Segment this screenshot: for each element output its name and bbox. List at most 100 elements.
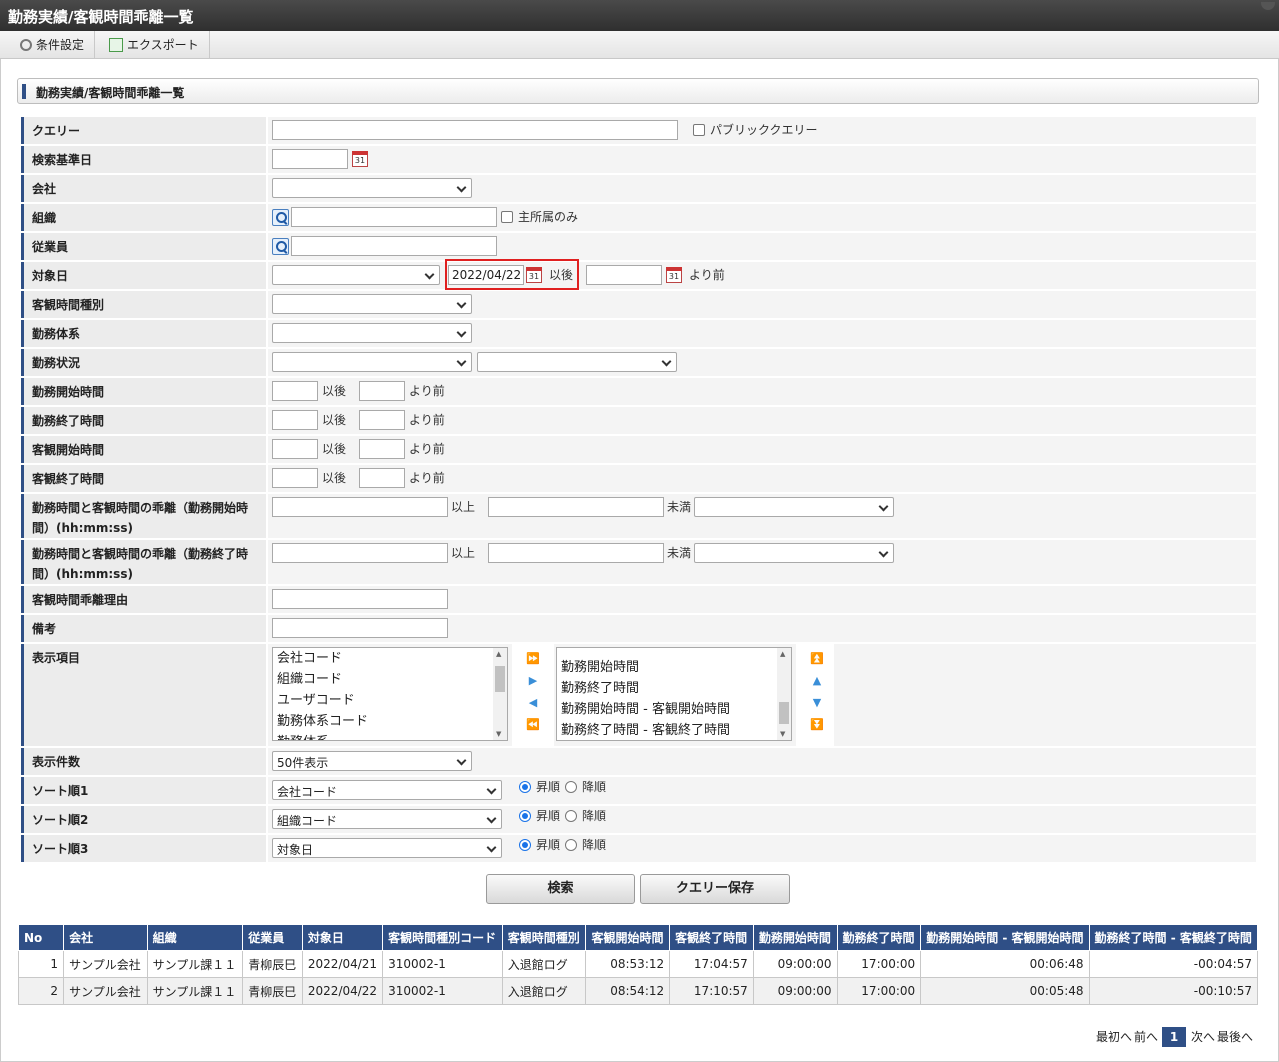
- move-top-icon[interactable]: ⏫: [810, 652, 824, 666]
- list-item[interactable]: 勤務終了時間: [557, 678, 791, 699]
- column-header[interactable]: 客観開始時間: [585, 924, 671, 951]
- sort2-select[interactable]: 組織コード: [272, 809, 502, 829]
- gap-reason-input[interactable]: [272, 589, 448, 609]
- list-item[interactable]: 勤務開始時間 - 客観開始時間: [557, 699, 791, 720]
- pager-prev-link[interactable]: 前へ: [1134, 1027, 1158, 1047]
- move-all-left-icon[interactable]: ⏪: [526, 718, 540, 732]
- work-status-select-1[interactable]: [272, 352, 472, 372]
- sort2-desc-radio[interactable]: [565, 810, 577, 822]
- note-input[interactable]: [272, 618, 448, 638]
- target-date-condition-select[interactable]: [272, 265, 440, 285]
- gap-start-to-input[interactable]: [488, 497, 664, 517]
- work-system-select[interactable]: [272, 323, 472, 343]
- row-query: クエリー パブリッククエリー: [21, 117, 1256, 144]
- organization-input[interactable]: [291, 207, 497, 227]
- column-header[interactable]: 会社: [63, 924, 148, 951]
- export-label: エクスポート: [127, 38, 199, 52]
- gap-end-from-input[interactable]: [272, 543, 448, 563]
- gap-start-from-input[interactable]: [272, 497, 448, 517]
- work-end-from-input[interactable]: [272, 410, 318, 430]
- sort3-asc-radio[interactable]: [519, 839, 531, 851]
- target-date-field-area: 2022/04/22 31 以後 31 より前: [268, 262, 1256, 289]
- column-header[interactable]: 勤務終了時間 - 客観終了時間: [1088, 924, 1259, 951]
- move-up-icon[interactable]: ▲: [810, 674, 824, 688]
- available-items-listbox[interactable]: 会社コード 組織コード ユーザコード 勤務体系コード 勤務体系 ▲ ▼: [272, 647, 508, 741]
- list-item[interactable]: 会社コード: [273, 648, 507, 669]
- company-select[interactable]: [272, 178, 472, 198]
- column-header[interactable]: 客観時間種別: [501, 924, 587, 951]
- search-icon[interactable]: [272, 238, 289, 255]
- list-item[interactable]: ユーザコード: [273, 690, 507, 711]
- conditions-button[interactable]: 条件設定: [10, 31, 96, 58]
- work-status-select-2[interactable]: [477, 352, 677, 372]
- column-header[interactable]: 勤務終了時間: [836, 924, 922, 951]
- list-item[interactable]: 勤務体系コード: [273, 711, 507, 732]
- export-button[interactable]: エクスポート: [99, 31, 210, 58]
- list-item[interactable]: 勤務終了時間 - 客観終了時間: [557, 720, 791, 740]
- sort1-desc-radio[interactable]: [565, 781, 577, 793]
- column-header[interactable]: 勤務開始時間 - 客観開始時間: [920, 924, 1090, 951]
- move-right-icon[interactable]: ▶: [526, 674, 540, 688]
- pager-last-link[interactable]: 最後へ: [1217, 1027, 1253, 1047]
- query-input[interactable]: [272, 120, 678, 140]
- move-bottom-icon[interactable]: ⏬: [810, 718, 824, 732]
- column-header[interactable]: No: [17, 924, 65, 951]
- column-header[interactable]: 勤務開始時間: [752, 924, 838, 951]
- pager-next-link[interactable]: 次へ: [1191, 1027, 1215, 1047]
- employee-input[interactable]: [291, 236, 497, 256]
- gap-end-select[interactable]: [694, 543, 894, 563]
- column-header[interactable]: 組織: [146, 924, 244, 951]
- table-row[interactable]: 2 サンプル会社 サンプル課１１ 青柳辰巳 2022/04/22 310002-…: [17, 977, 1259, 1005]
- base-date-input[interactable]: [272, 149, 348, 169]
- work-start-from-input[interactable]: [272, 381, 318, 401]
- obj-time-type-select[interactable]: [272, 294, 472, 314]
- search-button[interactable]: 検索: [486, 874, 635, 904]
- pager-first-link[interactable]: 最初へ: [1096, 1027, 1132, 1047]
- list-item[interactable]: 勤務体系: [273, 732, 507, 740]
- move-left-icon[interactable]: ◀: [526, 696, 540, 710]
- column-header[interactable]: 客観時間種別コード: [382, 924, 503, 951]
- column-header[interactable]: 対象日: [301, 924, 384, 951]
- organization-label: 組織: [21, 204, 266, 231]
- scrollbar[interactable]: ▲ ▼: [493, 648, 507, 740]
- company-label: 会社: [21, 175, 266, 202]
- sort2-asc-radio[interactable]: [519, 810, 531, 822]
- obj-start-from-input[interactable]: [272, 439, 318, 459]
- window-corner-handle[interactable]: [1261, 2, 1275, 10]
- obj-end-from-input[interactable]: [272, 468, 318, 488]
- count-select[interactable]: 50件表示: [272, 751, 472, 771]
- obj-start-to-input[interactable]: [359, 439, 405, 459]
- scrollbar[interactable]: ▲ ▼: [777, 648, 791, 740]
- desc-label: 降順: [582, 780, 607, 794]
- row-obj-start: 客観開始時間 以後 より前: [21, 436, 1256, 463]
- gap-end-to-input[interactable]: [488, 543, 664, 563]
- sort1-asc-radio[interactable]: [519, 781, 531, 793]
- count-label: 表示件数: [21, 748, 266, 775]
- work-start-to-input[interactable]: [359, 381, 405, 401]
- table-row[interactable]: 1 サンプル会社 サンプル課１１ 青柳辰巳 2022/04/21 310002-…: [17, 950, 1259, 978]
- work-start-field-area: 以後 より前: [268, 378, 1256, 405]
- move-down-icon[interactable]: ▼: [810, 696, 824, 710]
- obj-end-to-input[interactable]: [359, 468, 405, 488]
- sort3-desc-radio[interactable]: [565, 839, 577, 851]
- save-query-button[interactable]: クエリー保存: [640, 874, 790, 904]
- calendar-icon[interactable]: 31: [666, 267, 682, 283]
- target-date-to-input[interactable]: [586, 265, 662, 285]
- column-header[interactable]: 従業員: [242, 924, 303, 951]
- column-header[interactable]: 客観終了時間: [669, 924, 754, 951]
- calendar-icon[interactable]: 31: [352, 151, 368, 167]
- main-org-checkbox[interactable]: [501, 211, 513, 223]
- gap-start-select[interactable]: [694, 497, 894, 517]
- note-label: 備考: [21, 615, 266, 642]
- list-item[interactable]: 勤務開始時間: [557, 657, 791, 678]
- public-query-checkbox[interactable]: [693, 124, 705, 136]
- work-end-to-input[interactable]: [359, 410, 405, 430]
- sort1-select[interactable]: 会社コード: [272, 780, 502, 800]
- sort3-select[interactable]: 対象日: [272, 838, 502, 858]
- row-obj-end: 客観終了時間 以後 より前: [21, 465, 1256, 492]
- company-field-area: [268, 175, 1256, 202]
- move-all-right-icon[interactable]: ⏩: [526, 652, 540, 666]
- list-item[interactable]: 組織コード: [273, 669, 507, 690]
- search-icon[interactable]: [272, 209, 289, 226]
- selected-items-listbox[interactable]: 勤務開始時間 勤務終了時間 勤務開始時間 - 客観開始時間 勤務終了時間 - 客…: [556, 647, 792, 741]
